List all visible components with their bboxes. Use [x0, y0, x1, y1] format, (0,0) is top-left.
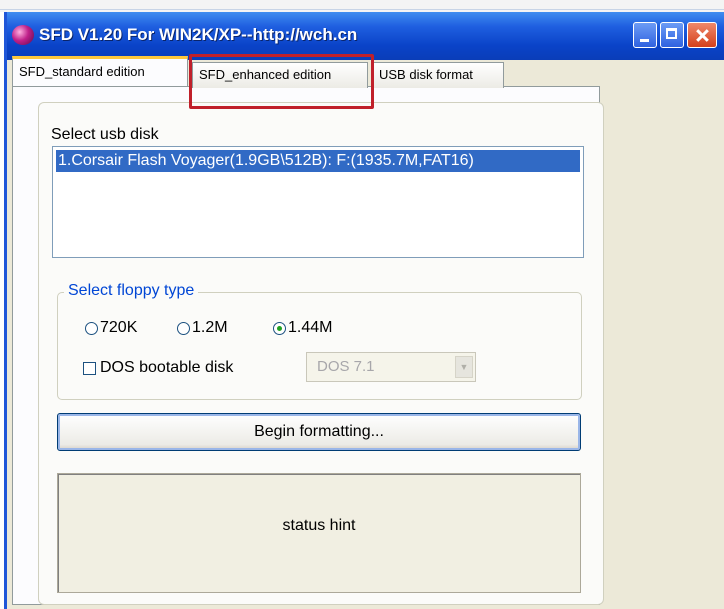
radio-720k-circle[interactable]: [85, 321, 98, 335]
radio-1-44m-circle[interactable]: [273, 321, 286, 335]
dos-bootable-checkbox[interactable]: [83, 361, 96, 375]
minimize-button[interactable]: [633, 22, 657, 48]
floppy-type-group: [57, 292, 582, 400]
dos-version-select[interactable]: DOS 7.1 ▼: [306, 352, 476, 382]
select-usb-label: Select usb disk: [51, 126, 159, 143]
radio-720k[interactable]: 720K: [85, 317, 137, 339]
window-title: SFD V1.20 For WIN2K/XP--http://wch.cn: [39, 25, 358, 44]
dos-bootable-row[interactable]: DOS bootable disk: [83, 357, 233, 379]
top-background-strip: [0, 0, 724, 12]
tab-usb-disk-format[interactable]: USB disk format: [372, 62, 504, 88]
list-item[interactable]: 1.Corsair Flash Voyager(1.9GB\512B): F:(…: [56, 150, 580, 172]
radio-1-2m-label: 1.2M: [192, 319, 228, 336]
usb-disk-list[interactable]: 1.Corsair Flash Voyager(1.9GB\512B): F:(…: [52, 146, 584, 258]
floppy-type-legend: Select floppy type: [64, 282, 199, 300]
status-hint-box: status hint: [57, 473, 581, 593]
maximize-button[interactable]: [660, 22, 684, 48]
radio-1-2m[interactable]: 1.2M: [177, 317, 228, 339]
status-hint-text: status hint: [282, 517, 356, 534]
radio-720k-label: 720K: [100, 319, 138, 336]
chevron-down-icon[interactable]: ▼: [455, 356, 473, 378]
radio-1-44m-label: 1.44M: [288, 319, 333, 336]
close-button[interactable]: [687, 22, 717, 48]
highlight-box: [189, 54, 374, 109]
title-bar[interactable]: SFD V1.20 For WIN2K/XP--http://wch.cn: [7, 12, 724, 60]
radio-1-44m[interactable]: 1.44M: [273, 317, 332, 339]
begin-formatting-button[interactable]: Begin formatting...: [57, 413, 581, 451]
dos-version-value: DOS 7.1: [317, 358, 375, 375]
tab-standard-edition[interactable]: SFD_standard edition: [12, 56, 188, 86]
radio-1-2m-circle[interactable]: [177, 321, 190, 335]
app-icon: [12, 25, 34, 45]
strip-divider: [0, 9, 724, 10]
dos-bootable-label: DOS bootable disk: [100, 359, 234, 376]
